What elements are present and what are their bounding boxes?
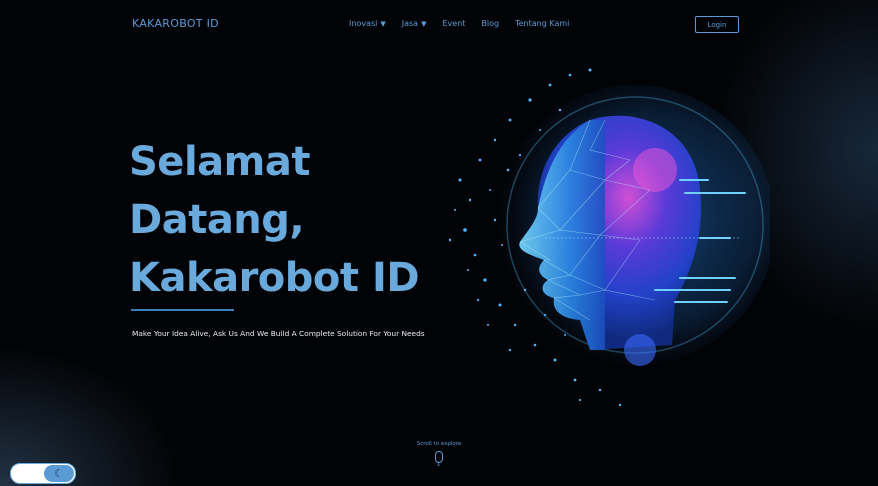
nav-menu: Inovasi ▼ Jasa ▼ Event Blog Tentang Kami [349, 19, 585, 28]
navbar: KAKAROBOT ID Inovasi ▼ Jasa ▼ Event Blog… [0, 0, 878, 50]
hero-title-line: Datang, [129, 197, 305, 243]
nav-item-label: Event [442, 19, 466, 28]
nav-item-label: Tentang Kami [515, 19, 570, 28]
moon-icon: ☾ [44, 465, 74, 482]
hero-title-line: Selamat [129, 139, 310, 185]
nav-item-label: Jasa [401, 19, 419, 28]
title-underline [131, 309, 234, 311]
ai-head-illustration [448, 68, 770, 407]
hero-title-line: Kakarobot ID [129, 255, 420, 301]
nav-item-tentang-kami[interactable]: Tentang Kami [515, 19, 569, 28]
caret-down-icon: ▼ [421, 19, 427, 28]
hero-subtitle: Make Your Idea Alive, Ask Us And We Buil… [132, 329, 425, 338]
arrow-down-icon: ↓ [436, 461, 442, 468]
theme-toggle[interactable]: ☾ [10, 463, 76, 484]
hero-title: Selamat Datang, Kakarobot ID [129, 133, 420, 307]
nav-item-event[interactable]: Event [442, 19, 465, 28]
caret-down-icon: ▼ [380, 19, 386, 28]
login-button[interactable]: Login [695, 16, 739, 33]
brand-logo[interactable]: KAKAROBOT ID [132, 17, 219, 30]
nav-item-label: Inovasi [349, 19, 378, 28]
nav-item-blog[interactable]: Blog [481, 19, 499, 28]
nav-item-inovasi[interactable]: Inovasi ▼ [349, 19, 386, 28]
neck-glow [624, 334, 656, 366]
brain-glow [633, 148, 677, 192]
nav-item-label: Blog [481, 19, 500, 28]
nav-item-jasa[interactable]: Jasa ▼ [402, 19, 427, 28]
scroll-hint: Scroll to explore [416, 441, 462, 447]
